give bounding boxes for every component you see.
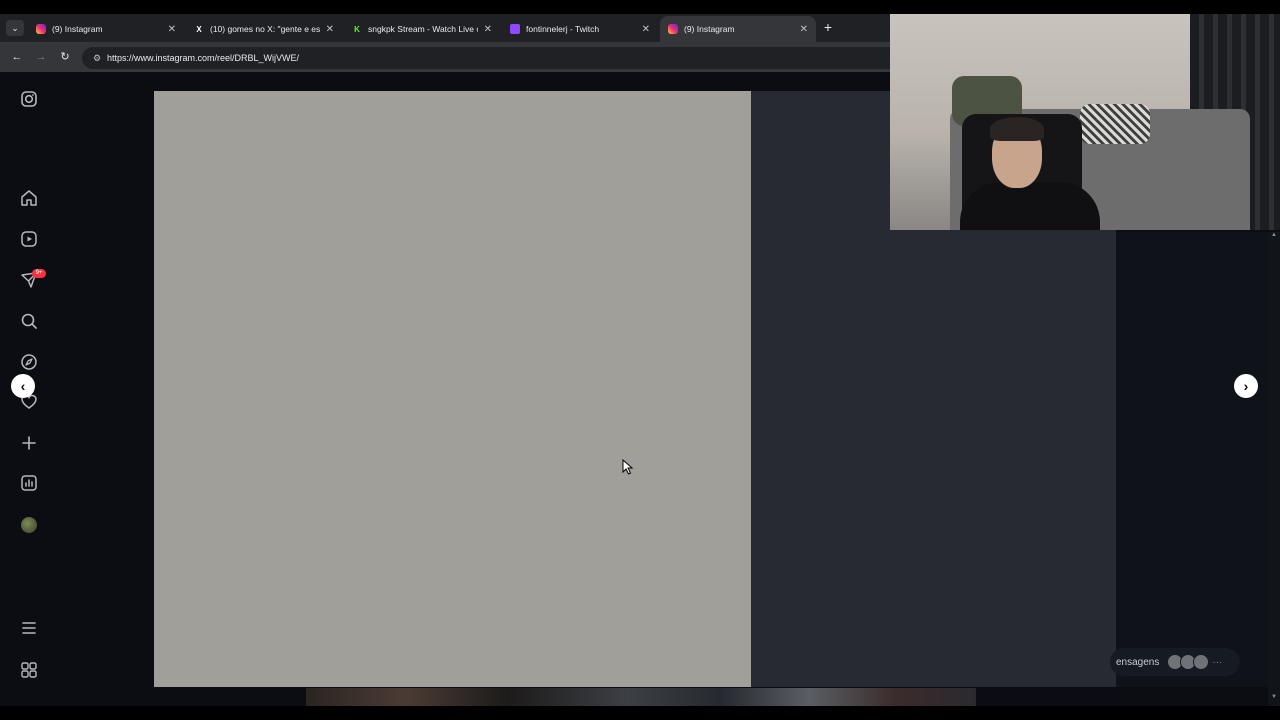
scroll-down-icon[interactable]: ▼	[1270, 694, 1278, 702]
background-panel	[1116, 232, 1268, 687]
close-tab-icon[interactable]: ✕	[168, 24, 176, 35]
messages-button[interactable]: ensagens ···	[1110, 648, 1240, 676]
tab-search-icon[interactable]: ⌄	[6, 20, 24, 36]
top-strip	[0, 0, 1280, 14]
more-menu-icon[interactable]	[19, 618, 39, 638]
tab-title: (9) Instagram	[684, 24, 735, 34]
url-text: https://www.instagram.com/reel/DRBL_WijV…	[107, 53, 300, 63]
tab-twitch[interactable]: fontinnelerj - Twitch ✕	[502, 16, 658, 42]
tab-title: (9) Instagram	[52, 24, 103, 34]
tab-instagram-active[interactable]: (9) Instagram ✕	[660, 16, 816, 42]
tab-bar: ⌄ (9) Instagram ✕ X (10) gomes no X: "ge…	[0, 14, 890, 42]
webcam-overlay	[890, 14, 1280, 230]
close-tab-icon[interactable]: ✕	[326, 24, 334, 35]
create-icon[interactable]	[19, 433, 39, 453]
tab-x[interactable]: X (10) gomes no X: "gente e essa ✕	[186, 16, 342, 42]
new-tab-button[interactable]: +	[821, 20, 835, 34]
reels-icon[interactable]	[19, 229, 39, 249]
tab-title: fontinnelerj - Twitch	[526, 24, 600, 34]
explore-icon[interactable]	[19, 352, 39, 372]
also-from-meta-icon[interactable]	[19, 660, 39, 680]
instagram-logo-icon[interactable]	[19, 89, 39, 109]
close-tab-icon[interactable]: ✕	[642, 24, 650, 35]
instagram-icon	[36, 24, 46, 34]
scroll-up-icon[interactable]: ▲	[1270, 232, 1278, 240]
reload-button[interactable]: ↻	[57, 49, 73, 65]
more-icon: ···	[1212, 656, 1223, 668]
back-button[interactable]: ←	[9, 49, 25, 65]
home-icon[interactable]	[19, 188, 39, 208]
navigation-toolbar: ← → ↻ ⚙ https://www.instagram.com/reel/D…	[0, 42, 890, 72]
site-info-icon[interactable]: ⚙	[90, 51, 104, 65]
reel-media-placeholder[interactable]	[154, 91, 751, 687]
close-tab-icon[interactable]: ✕	[800, 24, 808, 35]
cam-person-hair	[990, 117, 1044, 141]
insights-icon[interactable]	[19, 473, 39, 493]
forward-button[interactable]: →	[33, 49, 49, 65]
search-icon[interactable]	[19, 311, 39, 331]
cam-person-body	[960, 182, 1100, 230]
tab-title: sngkpk Stream - Watch Live on	[368, 24, 478, 34]
instagram-icon	[668, 24, 678, 34]
tab-title: (10) gomes no X: "gente e essa	[210, 24, 320, 34]
address-bar[interactable]: ⚙ https://www.instagram.com/reel/DRBL_Wi…	[82, 47, 890, 69]
messages-badge: 9+	[32, 269, 46, 278]
next-reel-button[interactable]: ›	[1234, 374, 1258, 398]
cam-pillow	[1080, 104, 1150, 144]
contact-avatar	[1193, 654, 1210, 670]
tab-kick[interactable]: K sngkpk Stream - Watch Live on ✕	[344, 16, 500, 42]
mouse-cursor-icon	[622, 459, 634, 475]
background-thumbnail-strip	[306, 688, 976, 706]
kick-icon: K	[354, 24, 360, 34]
tab-instagram-1[interactable]: (9) Instagram ✕	[28, 16, 184, 42]
x-icon: X	[196, 24, 202, 34]
messages-label: ensagens	[1116, 656, 1160, 668]
profile-avatar[interactable]	[21, 517, 37, 533]
previous-reel-button[interactable]: ‹	[11, 374, 35, 398]
twitch-icon	[510, 24, 520, 34]
page-scrollbar[interactable]	[1268, 232, 1280, 706]
close-tab-icon[interactable]: ✕	[484, 24, 492, 35]
